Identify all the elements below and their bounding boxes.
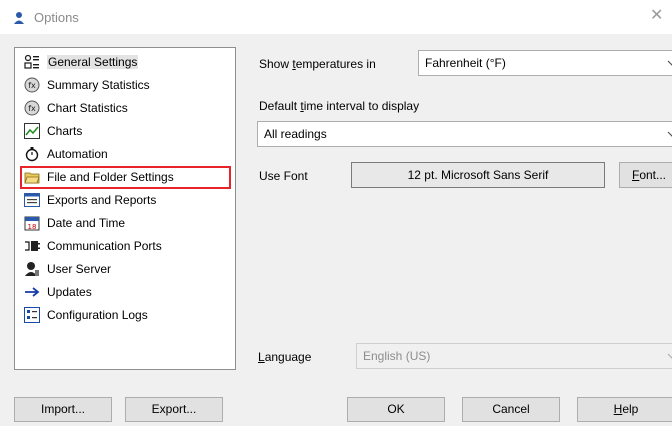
close-icon[interactable]: ✕ xyxy=(650,8,663,24)
options-dialog: Options ✕ General Settings fx Summary St… xyxy=(0,0,672,426)
temperature-unit-value: Fahrenheit (°F) xyxy=(425,56,506,70)
summary-statistics-icon: fx xyxy=(24,77,40,93)
temperature-label: Show temperatures in xyxy=(259,57,376,71)
window-title: Options xyxy=(34,10,79,25)
svg-text:fx: fx xyxy=(28,104,36,113)
stopwatch-icon xyxy=(25,147,39,162)
sidebar-item-summary-statistics[interactable]: fx Summary Statistics xyxy=(24,75,150,95)
sidebar-item-automation[interactable]: Automation xyxy=(24,144,108,164)
interval-label: Default time interval to display xyxy=(259,99,420,113)
import-button[interactable]: Import... xyxy=(14,397,112,422)
cancel-button[interactable]: Cancel xyxy=(462,397,560,422)
sidebar-item-general-settings[interactable]: General Settings xyxy=(24,52,139,72)
font-display: 12 pt. Microsoft Sans Serif xyxy=(351,162,605,188)
use-font-label: Use Font xyxy=(259,169,308,183)
export-report-icon xyxy=(24,193,40,207)
sidebar-item-label: Charts xyxy=(47,124,83,138)
title-bar: Options ✕ xyxy=(0,0,672,34)
sidebar-item-configuration-logs[interactable]: Configuration Logs xyxy=(24,305,148,325)
sidebar-item-label: General Settings xyxy=(47,55,139,69)
sidebar-item-label: Date and Time xyxy=(47,216,126,230)
time-interval-value: All readings xyxy=(264,127,327,141)
sidebar-item-charts[interactable]: Charts xyxy=(24,121,82,141)
language-select[interactable]: English (US) xyxy=(356,343,672,369)
chart-icon xyxy=(24,123,40,139)
sidebar-item-communication-ports[interactable]: Communication Ports xyxy=(24,236,162,256)
chevron-down-icon xyxy=(667,353,672,359)
arrow-right-icon xyxy=(25,287,40,297)
general-settings-icon xyxy=(24,54,39,69)
sidebar-item-updates[interactable]: Updates xyxy=(24,282,92,302)
svg-text:18: 18 xyxy=(28,223,37,231)
ok-button[interactable]: OK xyxy=(347,397,445,422)
port-plug-icon xyxy=(25,241,40,251)
sidebar-item-user-server[interactable]: User Server xyxy=(24,259,111,279)
export-button[interactable]: Export... xyxy=(125,397,223,422)
font-button[interactable]: Font... xyxy=(619,162,672,188)
category-list[interactable]: General Settings fx Summary Statistics f… xyxy=(14,47,236,370)
sidebar-item-label: Chart Statistics xyxy=(47,101,128,115)
user-server-icon xyxy=(25,262,39,276)
language-label: Language xyxy=(258,350,312,364)
help-button[interactable]: Help xyxy=(577,397,672,422)
sidebar-item-date-and-time[interactable]: 18 Date and Time xyxy=(24,213,125,233)
highlight-annotation xyxy=(20,166,231,189)
chevron-down-icon xyxy=(667,131,672,137)
svg-text:fx: fx xyxy=(28,81,36,90)
chart-statistics-icon: fx xyxy=(24,100,40,116)
sidebar-item-label: Configuration Logs xyxy=(47,308,148,322)
sidebar-item-label: User Server xyxy=(47,262,112,276)
app-icon xyxy=(13,11,26,28)
sidebar-item-exports-and-reports[interactable]: Exports and Reports xyxy=(24,190,156,210)
sidebar-item-label: Updates xyxy=(47,285,92,299)
chevron-down-icon xyxy=(667,60,672,66)
log-icon xyxy=(24,307,40,323)
language-value: English (US) xyxy=(363,349,431,363)
calendar-icon: 18 xyxy=(24,216,40,231)
sidebar-item-label: Communication Ports xyxy=(47,239,162,253)
sidebar-item-chart-statistics[interactable]: fx Chart Statistics xyxy=(24,98,128,118)
sidebar-item-label: Summary Statistics xyxy=(47,78,150,92)
time-interval-select[interactable]: All readings xyxy=(257,121,672,147)
sidebar-item-label: Exports and Reports xyxy=(47,193,157,207)
sidebar-item-label: Automation xyxy=(47,147,108,161)
temperature-unit-select[interactable]: Fahrenheit (°F) xyxy=(418,50,672,76)
